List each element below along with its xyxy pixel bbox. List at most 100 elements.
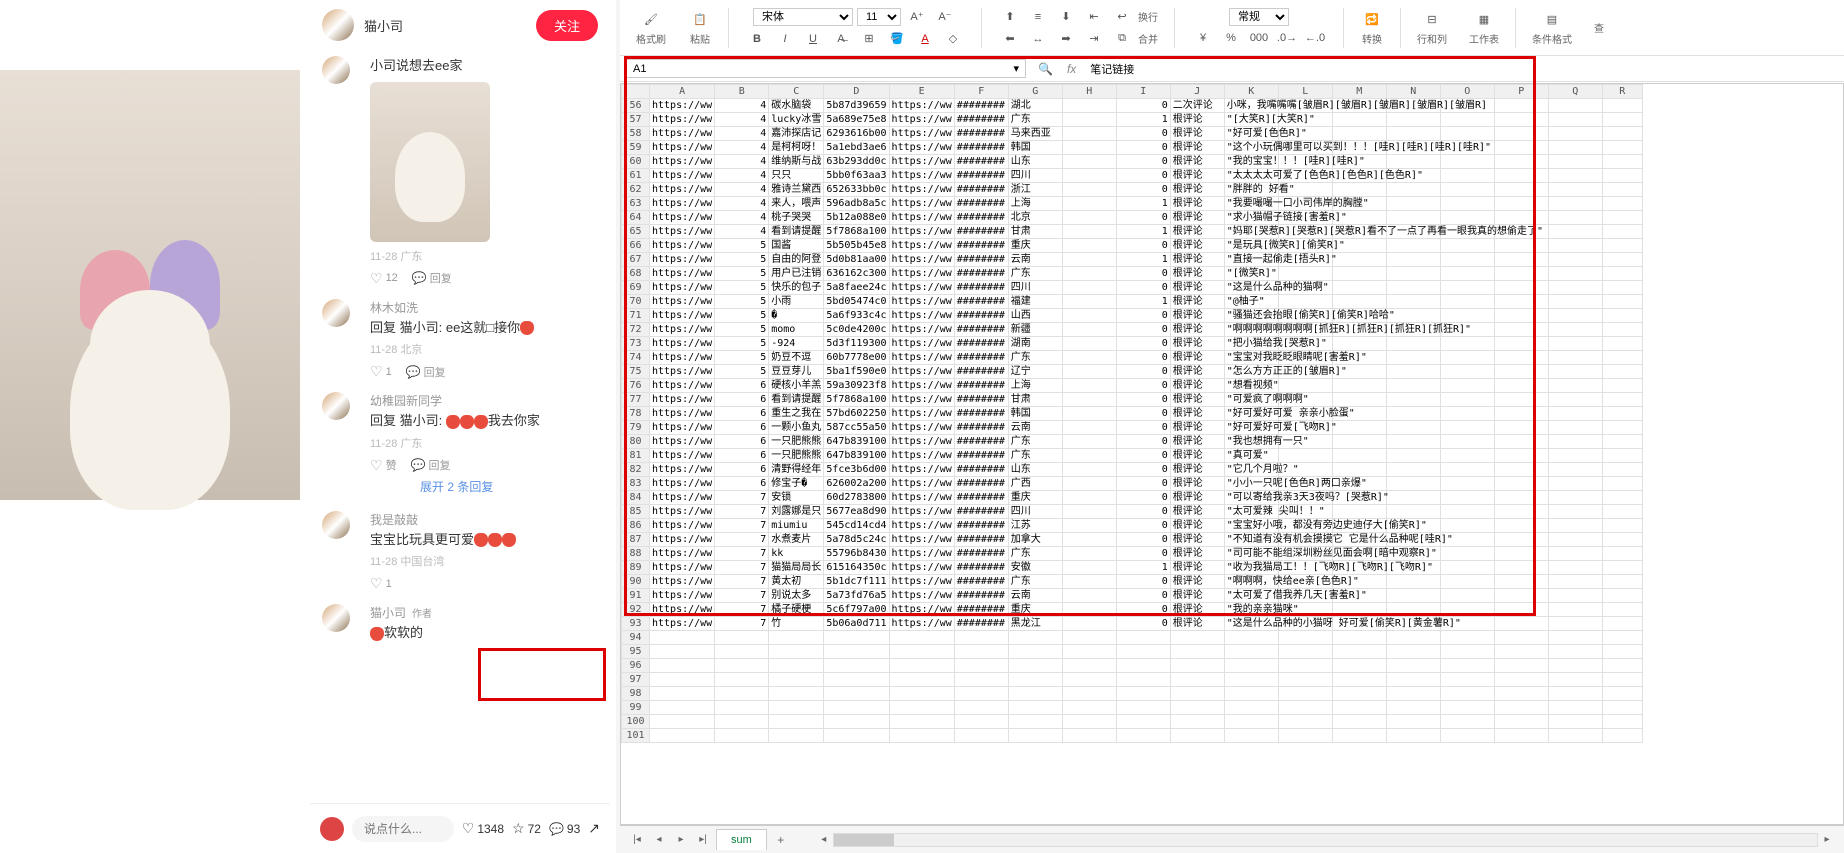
fontsize-dec-icon[interactable]: A⁻ [933,7,957,27]
convert-icon[interactable]: 🔁 [1360,9,1384,29]
cell[interactable] [1602,589,1642,603]
format-brush-icon[interactable]: 🖌 [639,9,663,29]
cell[interactable] [1548,379,1602,393]
cell[interactable] [1332,379,1386,393]
cell[interactable] [1440,561,1494,575]
cell[interactable] [769,673,824,687]
cell[interactable] [1062,113,1116,127]
fontsize-select[interactable]: 11 [857,8,901,26]
cell[interactable] [1602,533,1642,547]
cell[interactable]: 0 [1116,211,1170,225]
tab-nav-last-icon[interactable]: ▸| [694,831,712,849]
cell[interactable]: https://ww [889,351,954,365]
cell[interactable] [1386,505,1440,519]
cell[interactable] [650,729,715,743]
cell[interactable]: https://ww [650,393,715,407]
cell[interactable]: 根评论 [1170,407,1224,421]
cell[interactable]: https://ww [650,309,715,323]
cell[interactable]: 豆豆芽儿 [769,365,824,379]
cell[interactable] [1386,337,1440,351]
cell[interactable]: ######## [954,239,1008,253]
cell[interactable]: 6 [715,421,769,435]
cell[interactable]: 1 [1116,295,1170,309]
cell[interactable] [1440,603,1494,617]
cell[interactable] [1170,687,1224,701]
cell[interactable]: 0 [1116,127,1170,141]
cell[interactable] [954,645,1008,659]
cell[interactable] [1494,421,1548,435]
cell[interactable] [1062,183,1116,197]
cell[interactable] [1494,379,1548,393]
cell[interactable] [1062,169,1116,183]
star-count[interactable]: 72 [512,820,541,837]
cell[interactable] [824,659,889,673]
cell[interactable] [1116,645,1170,659]
cell[interactable] [1278,295,1332,309]
cell[interactable] [1062,589,1116,603]
cell[interactable] [1602,281,1642,295]
cell[interactable]: 0 [1116,519,1170,533]
cell[interactable]: ######## [954,533,1008,547]
cell[interactable]: 0 [1116,491,1170,505]
cell[interactable] [1278,729,1332,743]
cell[interactable]: https://ww [889,407,954,421]
cell[interactable] [650,715,715,729]
cell[interactable]: 6 [715,463,769,477]
cell[interactable]: 重生之我在 [769,407,824,421]
cell[interactable] [1440,113,1494,127]
cell[interactable] [1170,673,1224,687]
cell[interactable] [1602,351,1642,365]
cell[interactable] [1440,421,1494,435]
cell[interactable]: https://ww [650,169,715,183]
cell[interactable]: 5bb0f63aa3 [824,169,889,183]
cell[interactable]: 0 [1116,603,1170,617]
row-header[interactable]: 77 [622,393,650,407]
cell[interactable]: 5 [715,267,769,281]
cell[interactable]: 根评论 [1170,393,1224,407]
cell[interactable]: 橘子硬梗 [769,603,824,617]
cell[interactable]: https://ww [650,337,715,351]
cell[interactable]: 根评论 [1170,589,1224,603]
cell[interactable]: https://ww [889,491,954,505]
cell[interactable]: 0 [1116,267,1170,281]
cell[interactable] [1062,211,1116,225]
cell[interactable] [769,645,824,659]
cell[interactable] [650,631,715,645]
cell[interactable]: 0 [1116,589,1170,603]
dec-dec-icon[interactable]: ←.0 [1303,28,1327,48]
cell[interactable] [1386,183,1440,197]
cell[interactable] [1332,449,1386,463]
cell[interactable]: 5a78d5c24c [824,533,889,547]
cell[interactable] [769,631,824,645]
cell[interactable]: 广西 [1008,477,1062,491]
share-button[interactable] [588,820,600,837]
cell[interactable]: https://ww [889,421,954,435]
cell[interactable]: 7 [715,617,769,631]
cell[interactable] [1008,673,1062,687]
select-all-corner[interactable] [622,85,650,99]
cell[interactable]: "求小猫帽子链接[害羞R]" [1224,211,1278,225]
cell[interactable]: https://ww [650,239,715,253]
cell[interactable]: 马来西亚 [1008,127,1062,141]
cell[interactable] [1386,701,1440,715]
comment-avatar[interactable] [322,56,350,84]
comment-username[interactable]: 猫小司作者 [370,604,598,621]
fx-find-icon[interactable]: 🔍 [1032,62,1059,76]
my-avatar[interactable] [320,817,344,841]
cell[interactable] [889,701,954,715]
col-header-N[interactable]: N [1386,85,1440,99]
cell[interactable]: ######## [954,365,1008,379]
cell[interactable] [1494,603,1548,617]
cell[interactable]: 福建 [1008,295,1062,309]
cell[interactable]: 1 [1116,197,1170,211]
cell[interactable] [1386,239,1440,253]
cell[interactable]: https://ww [889,561,954,575]
cell[interactable] [1548,127,1602,141]
cell[interactable]: 一颗小鱼丸 [769,421,824,435]
cell[interactable]: https://ww [889,309,954,323]
cell[interactable] [1116,729,1170,743]
cell[interactable]: 5c6f797a00 [824,603,889,617]
cell[interactable] [1548,519,1602,533]
like-count[interactable]: 1348 [462,820,504,837]
cell[interactable] [1062,225,1116,239]
